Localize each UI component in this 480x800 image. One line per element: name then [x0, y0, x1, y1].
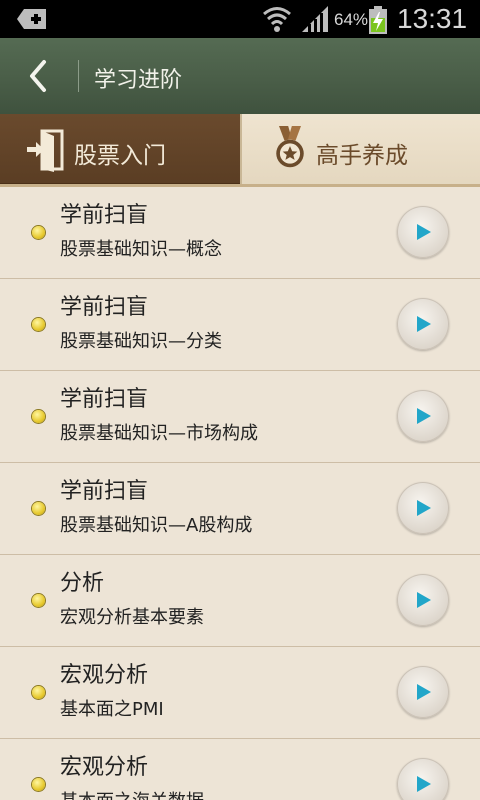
lesson-item[interactable]: 分析 宏观分析基本要素 [0, 555, 480, 647]
lesson-item[interactable]: 宏观分析 基本面之PMI [0, 647, 480, 739]
status-bar: 64% 13:31 [0, 0, 480, 38]
lesson-item[interactable]: 宏观分析 基本面之海关数据 [0, 739, 480, 800]
lesson-subtitle: 基本面之海关数据 [60, 787, 204, 800]
bullet-icon [32, 686, 45, 699]
play-icon [417, 776, 431, 792]
lesson-subtitle: 股票基础知识—市场构成 [60, 423, 258, 444]
play-button[interactable] [397, 298, 449, 350]
header-divider [78, 60, 79, 92]
bullet-icon [32, 502, 45, 515]
back-button[interactable] [14, 52, 62, 100]
tab-expert-growth[interactable]: 高手养成 [240, 114, 480, 186]
play-icon [417, 684, 431, 700]
tab-bar: 股票入门 高手养成 [0, 114, 480, 186]
play-button[interactable] [397, 666, 449, 718]
lesson-title: 学前扫盲 [60, 479, 149, 504]
lesson-item[interactable]: 学前扫盲 股票基础知识—A股构成 [0, 463, 480, 555]
notification-plus-icon [17, 9, 46, 29]
play-button[interactable] [397, 206, 449, 258]
play-icon [417, 316, 431, 332]
lesson-item[interactable]: 学前扫盲 股票基础知识—分类 [0, 279, 480, 371]
page-title: 学习进阶 [94, 68, 183, 93]
play-icon [417, 408, 431, 424]
lesson-subtitle: 股票基础知识—分类 [60, 331, 222, 352]
lesson-subtitle: 股票基础知识—概念 [60, 239, 222, 260]
wifi-icon [263, 7, 291, 32]
bullet-icon [32, 594, 45, 607]
lesson-item[interactable]: 学前扫盲 股票基础知识—市场构成 [0, 371, 480, 463]
lesson-subtitle: 基本面之PMI [60, 699, 164, 720]
signal-icon [302, 6, 328, 32]
lesson-title: 宏观分析 [60, 663, 149, 688]
tab-label: 高手养成 [316, 143, 408, 169]
lesson-title: 分析 [60, 571, 105, 596]
bullet-icon [32, 226, 45, 239]
play-button[interactable] [397, 758, 449, 800]
play-icon [417, 500, 431, 516]
lesson-item[interactable]: 学前扫盲 股票基础知识—概念 [0, 187, 480, 279]
play-button[interactable] [397, 574, 449, 626]
play-button[interactable] [397, 482, 449, 534]
clock: 13:31 [397, 3, 468, 34]
lesson-title: 宏观分析 [60, 755, 149, 780]
bullet-icon [32, 318, 45, 331]
tab-stock-intro[interactable]: 股票入门 [0, 114, 240, 186]
bullet-icon [32, 410, 45, 423]
medal-star-icon [276, 126, 304, 168]
chevron-left-icon [30, 60, 46, 92]
battery-percent: 64% [334, 10, 369, 29]
bullet-icon [32, 778, 45, 791]
lesson-subtitle: 宏观分析基本要素 [60, 607, 204, 628]
lesson-title: 学前扫盲 [60, 387, 149, 412]
play-icon [417, 224, 431, 240]
lesson-list: 学前扫盲 股票基础知识—概念 学前扫盲 股票基础知识—分类 学前扫盲 股票基础知… [0, 187, 480, 800]
lesson-title: 学前扫盲 [60, 203, 149, 228]
tab-label: 股票入门 [74, 143, 166, 169]
lesson-subtitle: 股票基础知识—A股构成 [60, 515, 253, 536]
play-icon [417, 592, 431, 608]
battery-charging-icon [369, 6, 387, 34]
lesson-title: 学前扫盲 [60, 295, 149, 320]
play-button[interactable] [397, 390, 449, 442]
app-header: 学习进阶 [0, 38, 480, 114]
door-enter-icon [27, 129, 64, 172]
